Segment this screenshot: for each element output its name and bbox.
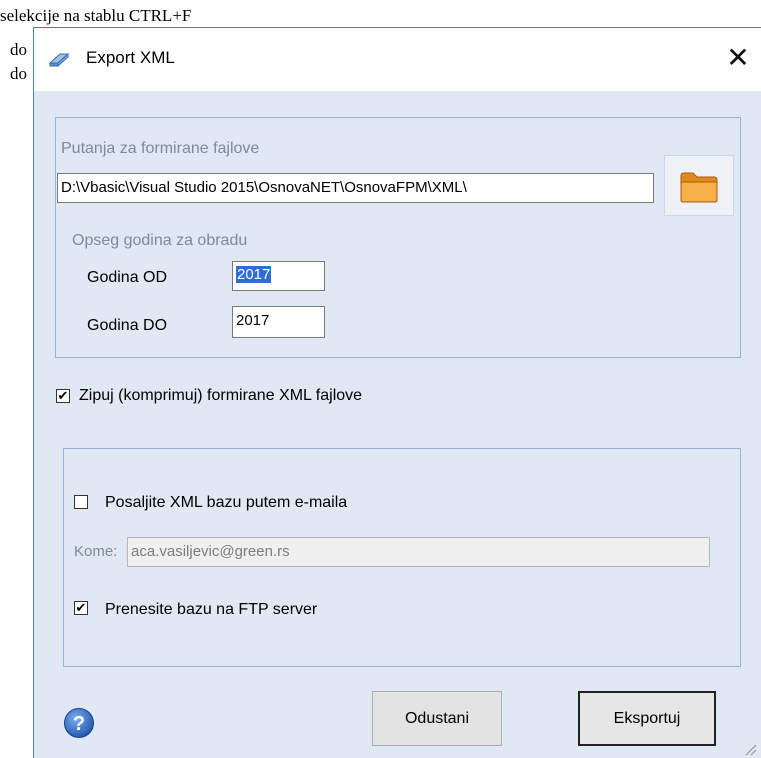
recipient-input[interactable]: aca.vasiljevic@green.rs	[127, 537, 710, 567]
year-to-label: Godina DO	[87, 317, 168, 334]
recipient-label: Kome:	[74, 543, 118, 560]
zip-checkbox[interactable]: ✔	[56, 389, 70, 403]
email-checkbox[interactable]	[74, 495, 88, 509]
year-from-label: Godina OD	[87, 269, 168, 286]
year-from-input[interactable]: 2017	[232, 261, 325, 291]
year-from-value: 2017	[236, 266, 272, 283]
export-app-icon	[48, 52, 70, 68]
title-bar[interactable]: Export XML ✕	[34, 28, 761, 91]
background-text-line: selekcije na stablu CTRL+F	[0, 6, 192, 25]
year-to-input[interactable]: 2017	[232, 306, 325, 338]
ftp-checkbox[interactable]: ✔	[74, 601, 88, 615]
export-xml-dialog: Export XML ✕ Putanja za formirane fajlov…	[33, 27, 761, 758]
path-label: Putanja za formirane fajlove	[61, 140, 260, 157]
email-checkbox-label[interactable]: Posaljite XML bazu putem e-maila	[105, 494, 347, 512]
folder-icon	[680, 172, 718, 203]
background-text-line: do	[10, 40, 27, 59]
close-button[interactable]: ✕	[715, 36, 761, 80]
path-input[interactable]: D:\Vbasic\Visual Studio 2015\OsnovaNET\O…	[57, 173, 654, 203]
ftp-checkbox-label[interactable]: Prenesite bazu na FTP server	[105, 601, 317, 619]
dialog-title: Export XML	[86, 48, 175, 67]
zip-checkbox-label[interactable]: Zipuj (komprimuj) formirane XML fajlove	[79, 387, 362, 405]
help-icon[interactable]: ?	[64, 708, 94, 738]
background-text-line: do	[10, 64, 27, 83]
cancel-button[interactable]: Odustani	[372, 691, 502, 746]
export-button[interactable]: Eksportuj	[578, 691, 716, 746]
browse-folder-button[interactable]	[664, 155, 734, 216]
year-range-label: Opseg godina za obradu	[72, 232, 248, 249]
resize-grip-icon[interactable]	[743, 742, 757, 756]
